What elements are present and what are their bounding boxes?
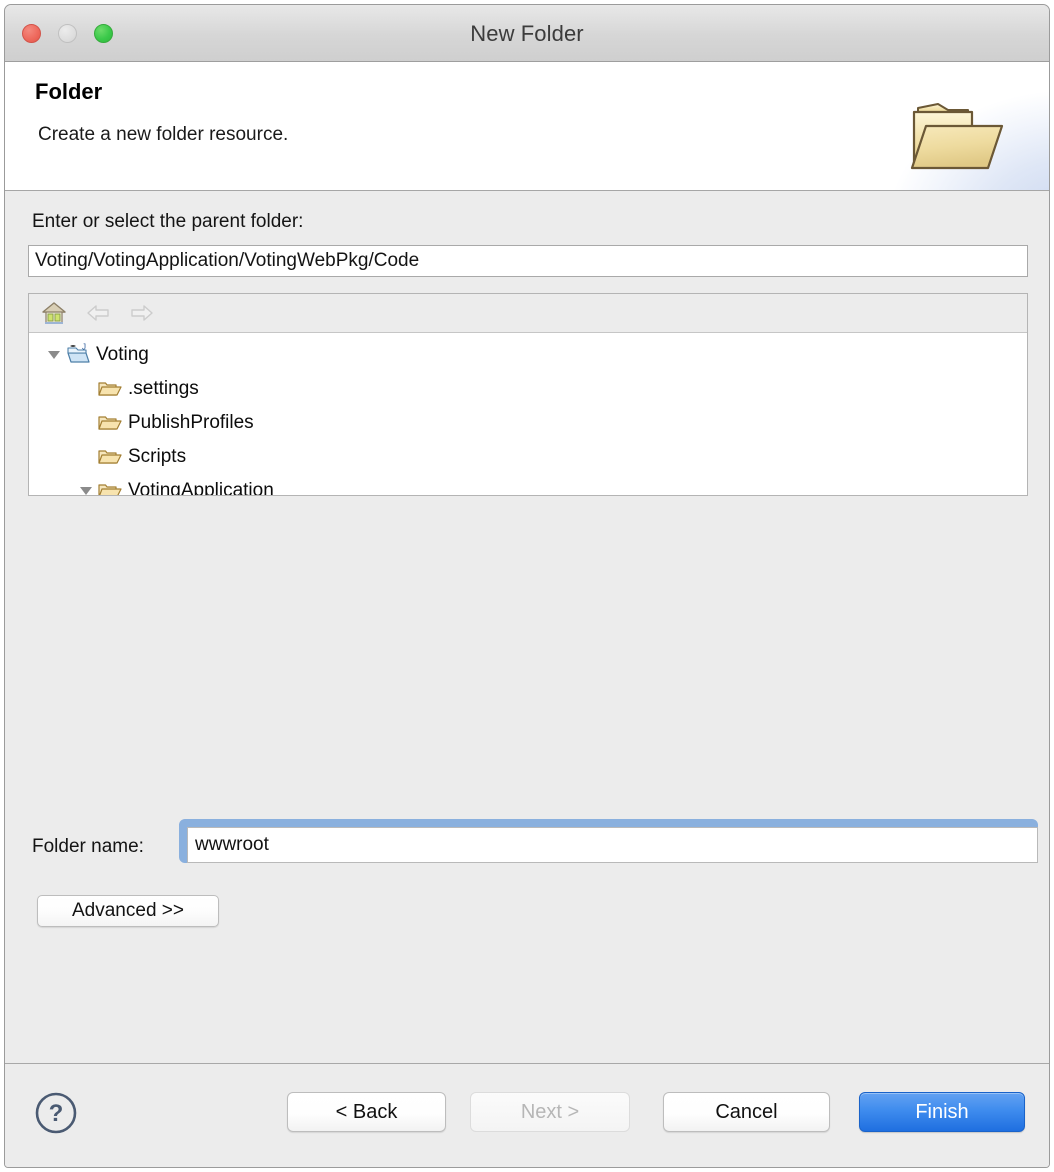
folder-icon (97, 411, 123, 433)
forward-arrow-icon (127, 299, 157, 327)
folder-icon (97, 377, 123, 399)
tree-item-scripts[interactable]: Scripts (29, 439, 1027, 473)
tree-item-label: PublishProfiles (128, 411, 254, 433)
new-folder-dialog: New Folder Folder Create a new folder re… (4, 4, 1050, 1168)
page-description: Create a new folder resource. (38, 124, 289, 145)
advanced-button[interactable]: Advanced >> (37, 895, 219, 927)
folder-large-icon (904, 92, 1028, 180)
help-icon[interactable]: ? (34, 1091, 78, 1135)
folder-name-input[interactable]: wwwroot (187, 827, 1038, 863)
title-bar: New Folder (5, 5, 1049, 62)
parent-folder-input[interactable]: Voting/VotingApplication/VotingWebPkg/Co… (28, 245, 1028, 277)
tree-item-voting[interactable]: J Voting (29, 337, 1027, 371)
twisty-expanded-icon[interactable] (43, 337, 65, 371)
cancel-button[interactable]: Cancel (663, 1092, 830, 1132)
window-title: New Folder (470, 21, 584, 46)
back-button[interactable]: < Back (287, 1092, 446, 1132)
tree-item-label: Voting (96, 343, 149, 365)
dialog-footer: ? < Back Next > Cancel Finish (5, 1063, 1049, 1167)
tree-item-label: Scripts (128, 445, 187, 467)
finish-button[interactable]: Finish (859, 1092, 1025, 1132)
twisty-placeholder (75, 371, 97, 405)
tree-item-label: .settings (128, 377, 199, 399)
tree-item-publishprofiles[interactable]: PublishProfiles (29, 405, 1027, 439)
folder-name-label: Folder name: (32, 836, 144, 857)
folder-name-focus-ring: wwwroot (179, 819, 1038, 863)
parent-folder-label: Enter or select the parent folder: (32, 211, 304, 232)
folder-icon (97, 479, 123, 495)
dialog-body: Enter or select the parent folder: Votin… (5, 191, 1049, 1063)
java-project-icon: J (65, 343, 91, 365)
home-icon[interactable] (39, 299, 69, 327)
tree-toolbar (29, 294, 1027, 333)
twisty-placeholder (75, 439, 97, 473)
twisty-expanded-icon[interactable] (75, 473, 97, 495)
twisty-placeholder (75, 405, 97, 439)
tree-item-settings[interactable]: .settings (29, 371, 1027, 405)
next-button: Next > (470, 1092, 630, 1132)
page-title: Folder (35, 79, 103, 104)
folder-icon (97, 445, 123, 467)
tree-item-votingapplication[interactable]: VotingApplication (29, 473, 1027, 495)
svg-text:?: ? (49, 1100, 64, 1127)
tree-item-label: VotingApplication (128, 479, 274, 496)
wizard-header: Folder Create a new folder resource. (5, 62, 1049, 191)
svg-text:J: J (82, 343, 86, 352)
folder-tree[interactable]: J Voting .settings PublishProfiles Scripts Vo… (29, 333, 1027, 495)
back-arrow-icon (83, 299, 113, 327)
folder-tree-panel: J Voting .settings PublishProfiles Scripts Vo… (28, 293, 1028, 496)
